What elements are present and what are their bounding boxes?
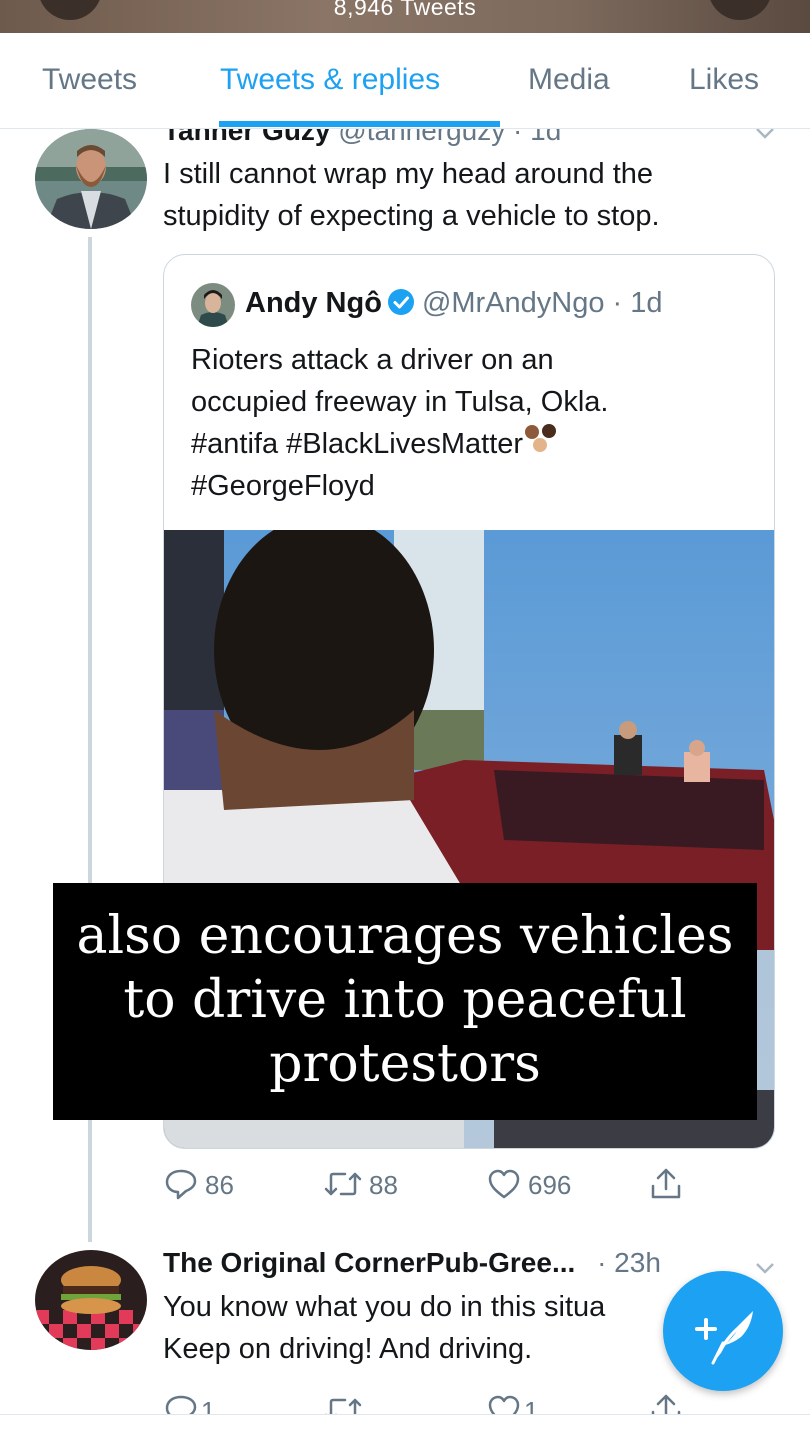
quoted-text-line: Rioters attack a driver on an xyxy=(191,344,554,376)
timeline[interactable]: Tanner Guzy @tannerguzy · 1d I still can… xyxy=(0,129,810,1440)
tweet-text: I still cannot wrap my head around the s… xyxy=(163,153,660,237)
tweet-text-line: I still cannot wrap my head around the xyxy=(163,158,654,190)
quoted-avatar[interactable] xyxy=(191,283,235,327)
quoted-author-handle: @MrAndyNgo · 1d xyxy=(421,287,663,319)
tweet-time: · 23h xyxy=(597,1247,661,1278)
tweet-author: The Original CornerPub-Gree... · 23h xyxy=(163,1247,661,1279)
verified-badge-icon xyxy=(387,289,414,315)
active-tab-indicator xyxy=(219,121,500,127)
tab-tweets-and-replies[interactable]: Tweets & replies xyxy=(220,63,440,97)
retweet-icon xyxy=(324,1172,362,1196)
compose-tweet-icon xyxy=(695,1311,753,1365)
author-name[interactable]: The Original CornerPub-Gree... xyxy=(163,1247,575,1278)
tweet-actions: 86 88 696 xyxy=(163,1166,693,1206)
quoted-tweet-text: Rioters attack a driver on an occupied f… xyxy=(191,339,608,507)
quoted-hashtags[interactable]: #antifa #BlackLivesMatter xyxy=(191,428,523,460)
author-name[interactable]: Tanner Guzy xyxy=(163,129,331,146)
caption-line: also encourages vehicles xyxy=(76,906,734,966)
raised-fists-emoji-icon xyxy=(525,424,557,452)
tweet-text-line: You know what you do in this situa xyxy=(163,1291,606,1323)
quoted-text-line: occupied freeway in Tulsa, Okla. xyxy=(191,386,609,418)
tab-media[interactable]: Media xyxy=(528,63,610,97)
share-icon xyxy=(651,1168,681,1199)
tweet-text-line: Keep on driving! And driving. xyxy=(163,1333,533,1365)
quoted-author-name[interactable]: Andy Ngô xyxy=(245,287,382,319)
reply-count: 86 xyxy=(205,1170,234,1200)
author-handle: @tannerguzy · 1d xyxy=(338,129,562,146)
tab-tweets[interactable]: Tweets xyxy=(42,63,137,97)
like-count: 696 xyxy=(528,1170,572,1200)
quoted-author: Andy Ngô @MrAndyNgo · 1d xyxy=(245,287,663,320)
chevron-down-icon[interactable] xyxy=(755,129,775,139)
caption-line: to drive into peaceful xyxy=(123,970,687,1030)
tweet-author: Tanner Guzy @tannerguzy · 1d xyxy=(163,129,561,147)
avatar[interactable] xyxy=(35,129,147,229)
compose-tweet-button[interactable] xyxy=(663,1271,783,1391)
quoted-hashtags[interactable]: #GeorgeFloyd xyxy=(191,465,608,507)
like-icon xyxy=(488,1169,520,1199)
bottom-tab-bar xyxy=(0,1414,810,1440)
caption-line: protestors xyxy=(269,1034,541,1094)
caption-overlay: also encourages vehicles to drive into p… xyxy=(53,883,757,1120)
reply-icon xyxy=(165,1169,197,1200)
tab-likes[interactable]: Likes xyxy=(689,63,759,97)
profile-tabs: Tweets Tweets & replies Media Likes xyxy=(0,33,810,129)
tweet-text-line: stupidity of expecting a vehicle to stop… xyxy=(163,200,660,232)
retweet-count: 88 xyxy=(369,1170,398,1200)
tweet-text: You know what you do in this situa Keep … xyxy=(163,1286,605,1370)
tweet-count: 8,946 Tweets xyxy=(333,0,477,20)
profile-header: 8,946 Tweets xyxy=(0,0,810,33)
avatar[interactable] xyxy=(35,1250,147,1350)
